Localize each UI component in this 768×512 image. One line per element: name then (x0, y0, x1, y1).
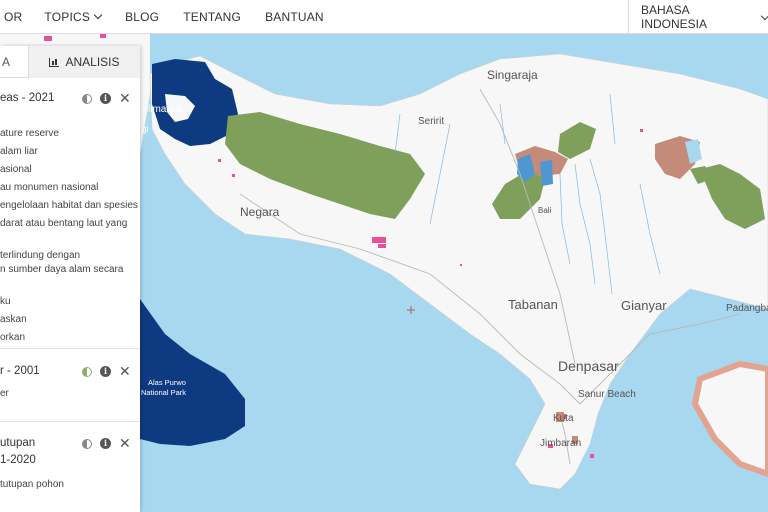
legend-item: ku (0, 296, 11, 307)
label-gilimanuk: Gilimanuk (138, 104, 183, 115)
layer-title: eas - 2021 (0, 92, 55, 104)
layer-title: r - 2001 (0, 365, 40, 377)
language-label: BAHASA INDONESIA (641, 3, 708, 31)
nav-item-bantuan[interactable]: BANTUAN (265, 10, 324, 24)
info-icon[interactable]: i (100, 438, 111, 449)
nav-item-tentang[interactable]: TENTANG (183, 10, 241, 24)
tab-analysis[interactable]: ANALISIS (28, 46, 140, 78)
layer-title: utupan (0, 437, 36, 449)
label-gi: gi (141, 124, 149, 135)
info-icon[interactable]: i (100, 366, 111, 377)
legend-item: alam liar (0, 146, 38, 157)
label-jimbaran: Jimbaran (540, 438, 581, 449)
label-seririt: Seririt (418, 116, 444, 127)
label-sanur: Sanur Beach (578, 389, 636, 400)
layer-panel: A ANALISIS eas - 2021 i ✕ ature reserve a… (0, 46, 140, 512)
layer-tree-cover-2001: r - 2001 i ✕ er (0, 350, 140, 422)
layer-protected-areas: eas - 2021 i ✕ ature reserve alam liar asi… (0, 79, 140, 349)
layer-subtitle: 1-2020 (0, 454, 36, 466)
legend-item: au monumen nasional (0, 182, 99, 193)
legend-item: tutupan pohon (0, 479, 64, 490)
label-padangbai: Padangba (726, 303, 768, 314)
close-icon[interactable]: ✕ (119, 436, 131, 450)
legend-item: er (0, 388, 9, 399)
opacity-icon[interactable] (82, 366, 92, 377)
chevron-down-icon (760, 11, 768, 20)
legend-item: asional (0, 164, 32, 175)
label-park-line1: Alas Purwo (148, 378, 186, 387)
panel-tabs: A ANALISIS (0, 46, 140, 78)
layer-tree-cover-loss: utupan 1-2020 i ✕ tutupan pohon (0, 423, 140, 512)
layer-controls: i ✕ (82, 436, 131, 450)
nav-item-topics[interactable]: TOPICS (44, 9, 103, 24)
label-kuta: Kuta (553, 413, 574, 424)
nav-item-label: TOPICS (44, 9, 91, 24)
nav-item-label: BANTUAN (265, 9, 324, 24)
layer-controls: i ✕ (82, 364, 131, 378)
nav-item-or[interactable]: OR (4, 10, 22, 24)
tab-analysis-label: ANALISIS (65, 55, 120, 69)
legend-item: engelolaan habitat dan spesies (0, 200, 138, 211)
label-singaraja: Singaraja (487, 68, 538, 82)
nav-item-label: TENTANG (183, 9, 242, 24)
legend-item: darat atau bentang laut yang (0, 218, 128, 229)
legend-item: ature reserve (0, 128, 59, 139)
nav-menu: OR TOPICS BLOG TENTANG BANTUAN (4, 10, 348, 24)
language-selector[interactable]: BAHASA INDONESIA (628, 0, 768, 34)
nav-item-label: BLOG (125, 9, 160, 24)
layer-controls: i ✕ (82, 91, 131, 105)
legend-item: orkan (0, 332, 26, 343)
label-denpasar: Denpasar (558, 358, 619, 374)
label-gianyar: Gianyar (621, 298, 667, 313)
close-icon[interactable]: ✕ (119, 364, 131, 378)
label-bali: Bali (538, 206, 552, 215)
opacity-icon[interactable] (82, 438, 92, 449)
lake-water-2 (540, 160, 553, 186)
nav-item-label: OR (4, 9, 23, 24)
nav-item-blog[interactable]: BLOG (125, 10, 159, 24)
legend-item: terlindung dengan (0, 250, 81, 261)
legend-item: n sumber daya alam secara (0, 264, 124, 275)
chevron-down-icon (93, 10, 103, 20)
legend-item: askan (0, 314, 27, 325)
info-icon[interactable]: i (100, 93, 111, 104)
bar-chart-icon (49, 57, 60, 67)
tab-data[interactable]: A (0, 46, 28, 78)
close-icon[interactable]: ✕ (119, 91, 131, 105)
opacity-icon[interactable] (82, 93, 92, 104)
top-navigation-bar: OR TOPICS BLOG TENTANG BANTUAN BAHASA INDONE… (0, 0, 768, 34)
label-park-line2: National Park (141, 388, 186, 397)
label-tabanan: Tabanan (508, 297, 558, 312)
label-negara: Negara (240, 205, 280, 219)
